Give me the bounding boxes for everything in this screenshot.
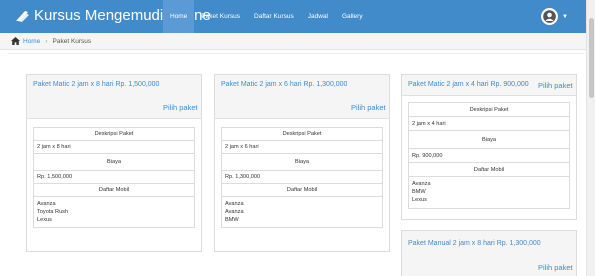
package-card-header: Paket Matic 2 jam x 8 hari Rp. 1,500,000…: [27, 75, 201, 119]
nav-daftar-kursus[interactable]: Daftar Kursus: [247, 0, 301, 33]
pilih-paket-button[interactable]: Pilih paket: [163, 103, 198, 112]
car-item: Avanza: [225, 201, 244, 207]
biaya-header: Biaya: [222, 154, 382, 171]
package-details: Deskripsi Paket 2 jam x 8 hari Biaya Rp.…: [33, 127, 195, 228]
biaya-header: Biaya: [34, 154, 194, 171]
user-avatar-icon[interactable]: [541, 8, 558, 25]
car-list: Avanza Avanza BMW: [222, 197, 382, 227]
daftar-mobil-header: Daftar Mobil: [34, 184, 194, 197]
nav-gallery[interactable]: Gallery: [335, 0, 370, 33]
car-item: BMW: [225, 217, 239, 223]
deskripsi-value: 2 jam x 8 hari: [34, 141, 194, 154]
deskripsi-header: Deskripsi Paket: [222, 128, 382, 141]
pilih-paket-button[interactable]: Pilih paket: [351, 103, 386, 112]
package-details: Deskripsi Paket 2 jam x 6 hari Biaya Rp.…: [221, 127, 383, 228]
content-divider: [8, 53, 584, 54]
car-item: Lexus: [412, 197, 427, 203]
caret-down-icon[interactable]: ▼: [562, 14, 568, 20]
package-card-header: Paket Matic 2 jam x 6 hari Rp. 1,300,000…: [215, 75, 389, 119]
daftar-mobil-header: Daftar Mobil: [222, 184, 382, 197]
biaya-value: Rp. 1,300,000: [222, 171, 382, 184]
nav-home[interactable]: Home: [163, 0, 195, 33]
nav-jadwal[interactable]: Jadwal: [301, 0, 335, 33]
pilih-paket-button[interactable]: Pilih paket: [538, 263, 573, 272]
breadcrumb-current: Paket Kursus: [52, 37, 92, 45]
deskripsi-value: 2 jam x 4 hari: [409, 117, 569, 131]
deskripsi-header: Deskripsi Paket: [34, 128, 194, 141]
car-item: BMW: [412, 189, 426, 195]
biaya-header: Biaya: [409, 131, 569, 149]
biaya-value: Rp. 1,500,000: [34, 171, 194, 184]
car-item: Avanza: [412, 181, 431, 187]
home-icon: [11, 37, 20, 45]
car-list: Avanza BMW Lexus: [409, 177, 569, 208]
package-card-header: Paket Manual 2 jam x 8 hari Rp. 1,300,00…: [402, 231, 576, 276]
nav-paket-kursus[interactable]: Paket Kursus: [194, 0, 247, 33]
car-list: Avanza Toyota Rush Lexus: [34, 197, 194, 227]
package-title: Paket Matic 2 jam x 4 hari Rp. 900,000: [408, 81, 529, 88]
package-title: Paket Manual 2 jam x 8 hari Rp. 1,300,00…: [408, 240, 541, 247]
user-menu[interactable]: ▼: [541, 8, 568, 25]
deskripsi-header: Deskripsi Paket: [409, 103, 569, 117]
top-navbar: Kursus Mengemudi Online Home Paket Kursu…: [0, 0, 586, 33]
car-item: Avanza: [225, 209, 244, 215]
package-card: Paket Matic 2 jam x 4 hari Rp. 900,000 P…: [401, 74, 577, 220]
scrollbar-thumb[interactable]: [589, 18, 594, 98]
biaya-value: Rp. 900,000: [409, 149, 569, 163]
main-nav: Home Paket Kursus Daftar Kursus Jadwal G…: [163, 0, 370, 33]
daftar-mobil-header: Daftar Mobil: [409, 163, 569, 177]
package-title: Paket Matic 2 jam x 8 hari Rp. 1,500,000: [33, 81, 160, 88]
car-icon: [16, 10, 29, 22]
package-title: Paket Matic 2 jam x 6 hari Rp. 1,300,000: [221, 81, 348, 88]
breadcrumb-home[interactable]: Home: [23, 38, 40, 45]
vertical-scrollbar[interactable]: [586, 0, 595, 276]
package-card: Paket Matic 2 jam x 6 hari Rp. 1,300,000…: [214, 74, 390, 252]
package-card: Paket Matic 2 jam x 8 hari Rp. 1,500,000…: [26, 74, 202, 252]
car-item: Lexus: [37, 217, 52, 223]
pilih-paket-button[interactable]: Pilih paket: [538, 81, 573, 90]
breadcrumb-separator: ›: [45, 37, 48, 45]
deskripsi-value: 2 jam x 6 hari: [222, 141, 382, 154]
breadcrumb: Home › Paket Kursus: [0, 33, 586, 50]
car-item: Toyota Rush: [37, 209, 69, 215]
package-card-header: Paket Matic 2 jam x 4 hari Rp. 900,000 P…: [402, 75, 576, 96]
package-card: Paket Manual 2 jam x 8 hari Rp. 1,300,00…: [401, 230, 577, 276]
car-item: Avanza: [37, 201, 56, 207]
package-details: Deskripsi Paket 2 jam x 4 hari Biaya Rp.…: [408, 102, 570, 209]
